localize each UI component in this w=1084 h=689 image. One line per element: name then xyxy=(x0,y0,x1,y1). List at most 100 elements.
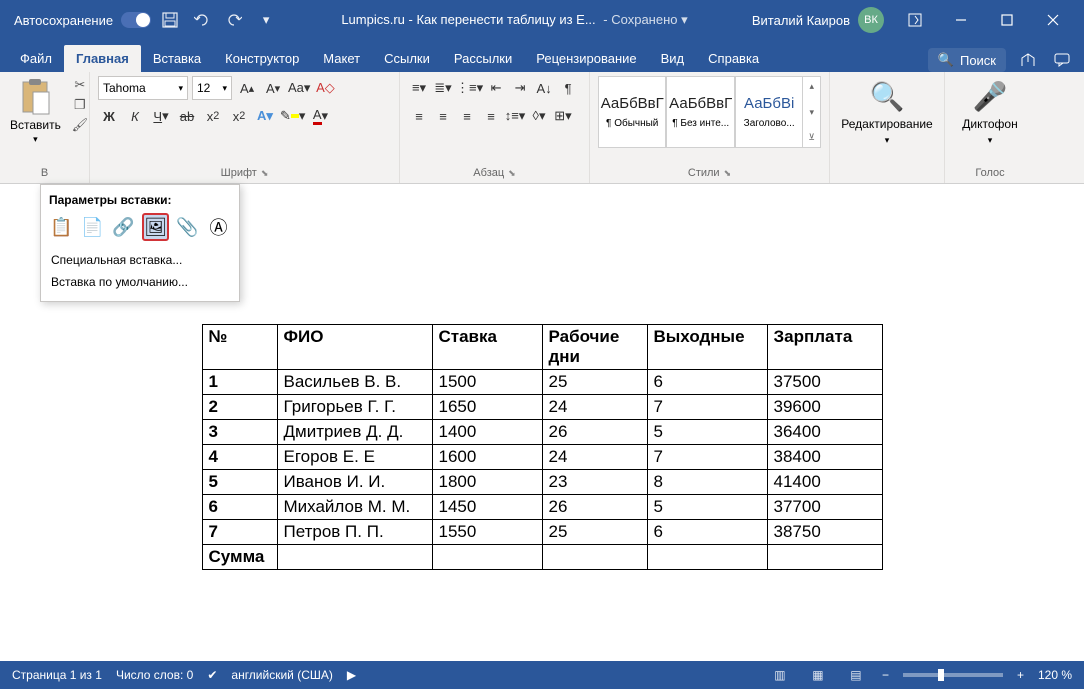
grow-font-icon[interactable]: A▴ xyxy=(236,76,258,100)
macro-icon[interactable]: ▶ xyxy=(347,668,356,682)
paste-default-item[interactable]: Вставка по умолчанию... xyxy=(49,271,231,293)
style-no-spacing[interactable]: АаБбВвГ ¶ Без инте... xyxy=(666,76,734,148)
tab-home[interactable]: Главная xyxy=(64,45,141,72)
show-marks-icon[interactable]: ¶ xyxy=(557,76,579,100)
status-page[interactable]: Страница 1 из 1 xyxy=(12,668,102,682)
paste-embed-icon[interactable]: 📎 xyxy=(175,213,200,241)
borders-icon[interactable]: ⊞▾ xyxy=(552,104,574,128)
web-layout-icon[interactable]: ▤ xyxy=(844,665,868,685)
shading-icon[interactable]: ◊▾ xyxy=(528,104,550,128)
header-weekends: Выходные xyxy=(647,325,767,370)
dictate-button[interactable]: 🎤 Диктофон ▾ xyxy=(956,76,1023,150)
clear-format-icon[interactable]: A◇ xyxy=(314,76,336,100)
paste-text-icon[interactable]: Ⓐ xyxy=(206,213,231,241)
font-size-select[interactable]: 12▾ xyxy=(192,76,232,100)
search-box[interactable]: 🔍 Поиск xyxy=(928,48,1006,72)
table-cell xyxy=(647,545,767,570)
share-icon[interactable] xyxy=(1016,48,1040,72)
table-cell: 6 xyxy=(202,495,277,520)
paste-link-icon[interactable]: 🔗 xyxy=(111,213,136,241)
tab-mailings[interactable]: Рассылки xyxy=(442,45,524,72)
maximize-button[interactable] xyxy=(984,0,1030,40)
font-color-icon[interactable]: A▾ xyxy=(309,104,331,128)
paste-picture-icon[interactable]: 🖼 xyxy=(142,213,169,241)
zoom-level[interactable]: 120 % xyxy=(1038,668,1072,682)
tab-file[interactable]: Файл xyxy=(8,45,64,72)
header-fio: ФИО xyxy=(277,325,432,370)
copy-icon[interactable]: ❐ xyxy=(71,96,89,114)
strikethrough-button[interactable]: ab xyxy=(176,104,198,128)
table-cell: 6 xyxy=(647,520,767,545)
spell-check-icon[interactable]: ✔ xyxy=(207,668,217,682)
print-layout-icon[interactable]: ▦ xyxy=(806,665,830,685)
paste-keep-source-icon[interactable]: 📋 xyxy=(49,213,74,241)
align-center-icon[interactable]: ≡ xyxy=(432,104,454,128)
autosave-toggle[interactable] xyxy=(121,12,151,28)
tab-references[interactable]: Ссылки xyxy=(372,45,442,72)
status-language[interactable]: английский (США) xyxy=(231,668,332,682)
text-effects-icon[interactable]: A▾ xyxy=(254,104,276,128)
comments-icon[interactable] xyxy=(1050,48,1074,72)
number-list-icon[interactable]: ≣▾ xyxy=(432,76,454,100)
tab-help[interactable]: Справка xyxy=(696,45,771,72)
multilevel-list-icon[interactable]: ⋮≡▾ xyxy=(456,76,483,100)
superscript-button[interactable]: x2 xyxy=(228,104,250,128)
table-cell: 5 xyxy=(647,420,767,445)
editing-button[interactable]: 🔍 Редактирование ▾ xyxy=(835,76,938,150)
shrink-font-icon[interactable]: A▾ xyxy=(262,76,284,100)
qa-dropdown-icon[interactable]: ▾ xyxy=(255,9,277,31)
ribbon-options-icon[interactable] xyxy=(892,0,938,40)
save-icon[interactable] xyxy=(159,9,181,31)
tab-view[interactable]: Вид xyxy=(649,45,697,72)
undo-icon[interactable] xyxy=(191,9,213,31)
justify-icon[interactable]: ≡ xyxy=(480,104,502,128)
paste-special-item[interactable]: Специальная вставка... xyxy=(49,249,231,271)
paste-merge-icon[interactable]: 📄 xyxy=(80,213,105,241)
paste-button[interactable]: Вставить ▾ xyxy=(8,76,63,147)
format-painter-icon[interactable]: 🖌 xyxy=(71,116,89,134)
bullet-list-icon[interactable]: ≡▾ xyxy=(408,76,430,100)
style-normal[interactable]: АаБбВвГ ¶ Обычный xyxy=(598,76,666,148)
table-cell: Егоров Е. Е xyxy=(277,445,432,470)
tab-design[interactable]: Конструктор xyxy=(213,45,311,72)
zoom-out-button[interactable]: − xyxy=(882,668,889,682)
line-spacing-icon[interactable]: ↕≡▾ xyxy=(504,104,526,128)
avatar[interactable]: ВК xyxy=(858,7,884,33)
subscript-button[interactable]: x2 xyxy=(202,104,224,128)
para-launcher-icon[interactable]: ⬊ xyxy=(508,168,516,179)
styles-scroll[interactable]: ▴▾⊻ xyxy=(803,76,821,148)
tab-review[interactable]: Рецензирование xyxy=(524,45,648,72)
read-mode-icon[interactable]: ▥ xyxy=(768,665,792,685)
change-case-icon[interactable]: Aa▾ xyxy=(288,76,310,100)
table-cell: 1800 xyxy=(432,470,542,495)
tab-insert[interactable]: Вставка xyxy=(141,45,213,72)
font-name-select[interactable]: Tahoma▾ xyxy=(98,76,188,100)
align-right-icon[interactable]: ≡ xyxy=(456,104,478,128)
italic-button[interactable]: К xyxy=(124,104,146,128)
redo-icon[interactable] xyxy=(223,9,245,31)
styles-launcher-icon[interactable]: ⬊ xyxy=(724,168,732,179)
decrease-indent-icon[interactable]: ⇤ xyxy=(485,76,507,100)
increase-indent-icon[interactable]: ⇥ xyxy=(509,76,531,100)
zoom-in-button[interactable]: + xyxy=(1017,668,1024,682)
status-words[interactable]: Число слов: 0 xyxy=(116,668,193,682)
header-salary: Зарплата xyxy=(767,325,882,370)
minimize-button[interactable] xyxy=(938,0,984,40)
header-workdays: Рабочие дни xyxy=(542,325,647,370)
align-left-icon[interactable]: ≡ xyxy=(408,104,430,128)
close-button[interactable] xyxy=(1030,0,1076,40)
font-launcher-icon[interactable]: ⬊ xyxy=(261,168,269,179)
table-row: 7Петров П. П.155025638750 xyxy=(202,520,882,545)
table-cell: 8 xyxy=(647,470,767,495)
table-cell: 37500 xyxy=(767,370,882,395)
sort-icon[interactable]: A↓ xyxy=(533,76,555,100)
table-row: 1Васильев В. В.150025637500 xyxy=(202,370,882,395)
highlight-icon[interactable]: ✎▾ xyxy=(280,104,305,128)
tab-layout[interactable]: Макет xyxy=(311,45,372,72)
underline-button[interactable]: Ч▾ xyxy=(150,104,172,128)
bold-button[interactable]: Ж xyxy=(98,104,120,128)
table-cell: Иванов И. И. xyxy=(277,470,432,495)
style-heading1[interactable]: АаБбВі Заголово... xyxy=(735,76,803,148)
cut-icon[interactable]: ✂ xyxy=(71,76,89,94)
zoom-slider[interactable] xyxy=(903,673,1003,677)
